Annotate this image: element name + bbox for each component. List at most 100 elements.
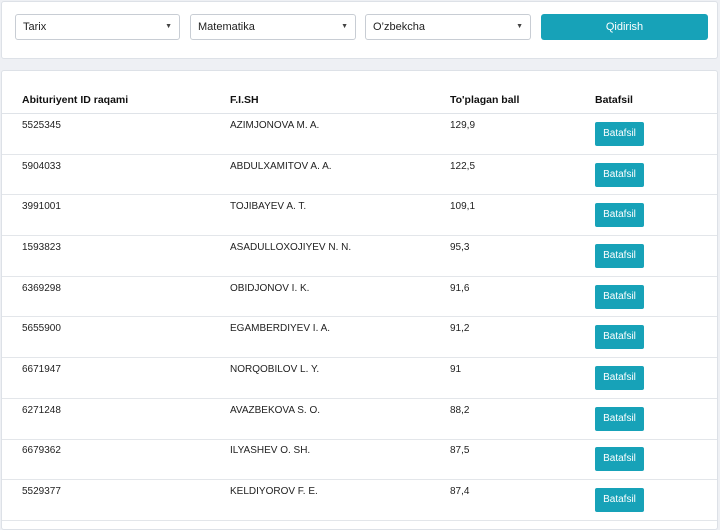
applicant-name: TOJIBAYEV A. T. xyxy=(230,201,307,213)
table-row: 3991001 TOJIBAYEV A. T. 109,1 Batafsil xyxy=(2,194,717,237)
applicant-name: ILYASHEV O. SH. xyxy=(230,445,311,457)
applicant-name-cell: AZIMJONOVA M. A. xyxy=(230,113,450,155)
applicant-name: ASADULLOXOJIYEV N. N. xyxy=(230,241,352,253)
applicant-name-cell: EGAMBERDIYEV I. A. xyxy=(230,316,450,359)
applicant-id: 1593823 xyxy=(22,241,61,253)
chevron-down-icon: ▼ xyxy=(341,23,348,30)
applicant-name: AZIMJONOVA M. A. xyxy=(230,119,320,131)
details-button[interactable]: Batafsil xyxy=(595,243,644,268)
details-button[interactable]: Batafsil xyxy=(595,203,644,228)
applicant-id: 5655900 xyxy=(22,323,61,335)
table-header-row: Abituriyent ID raqami F.I.SH To'plagan b… xyxy=(2,87,717,114)
language-select-value: O’zbekcha xyxy=(373,21,425,33)
table-row: 1593823 ASADULLOXOJIYEV N. N. 95,3 Batafsil xyxy=(2,235,717,277)
applicant-id-cell: 6369298 xyxy=(2,276,230,318)
score-cell: 88,2 xyxy=(450,398,595,440)
table-row: 6671947 NORQOBILOV L. Y. 91 Batafsil xyxy=(2,357,717,399)
details-button[interactable]: Batafsil xyxy=(595,121,644,146)
applicant-id-cell: 5525345 xyxy=(2,113,230,155)
details-button[interactable]: Batafsil xyxy=(595,447,644,472)
score: 88,2 xyxy=(450,404,470,416)
applicant-id-cell: 6271248 xyxy=(2,398,230,440)
subject2-select[interactable]: Matematika ▼ xyxy=(190,14,356,40)
score: 91 xyxy=(450,363,462,375)
applicant-name-cell: ASADULLOXOJIYEV N. N. xyxy=(230,235,450,277)
table-row: 5525345 AZIMJONOVA M. A. 129,9 Batafsil xyxy=(2,113,717,155)
header-score: To'plagan ball xyxy=(450,87,595,114)
applicant-id: 5904033 xyxy=(22,160,61,172)
header-details: Batafsil xyxy=(595,87,717,114)
details-cell: Batafsil xyxy=(595,276,717,318)
applicant-name: OBIDJONOV I. K. xyxy=(230,282,310,294)
header-id: Abituriyent ID raqami xyxy=(2,87,230,114)
score-cell: 109,1 xyxy=(450,194,595,237)
applicant-id: 6671947 xyxy=(22,363,61,375)
score: 95,3 xyxy=(450,241,470,253)
applicant-id: 5525345 xyxy=(22,119,61,131)
applicant-name-cell: TOJIBAYEV A. T. xyxy=(230,194,450,237)
score: 122,5 xyxy=(450,160,476,172)
applicant-id: 6369298 xyxy=(22,282,61,294)
applicant-name: AVAZBEKOVA S. O. xyxy=(230,404,321,416)
details-cell: Batafsil xyxy=(595,316,717,359)
applicant-id: 3991001 xyxy=(22,201,61,213)
language-select[interactable]: O’zbekcha ▼ xyxy=(365,14,531,40)
applicant-name-cell: NORQOBILOV L. Y. xyxy=(230,357,450,399)
applicant-id-cell: 6679362 xyxy=(2,439,230,481)
applicant-name-cell: ABDULXAMITOV A. A. xyxy=(230,154,450,196)
score-cell: 95,3 xyxy=(450,235,595,277)
search-button[interactable]: Qidirish xyxy=(541,14,708,40)
filter-panel: Tarix ▼ Matematika ▼ O’zbekcha ▼ Qidiris… xyxy=(1,1,718,59)
details-button[interactable]: Batafsil xyxy=(595,325,644,350)
details-cell: Batafsil xyxy=(595,357,717,399)
table-row: 5529377 KELDIYOROV F. E. 87,4 Batafsil xyxy=(2,479,717,521)
score: 91,6 xyxy=(450,282,470,294)
table-row: 6271248 AVAZBEKOVA S. O. 88,2 Batafsil xyxy=(2,398,717,440)
applicant-id: 6679362 xyxy=(22,445,61,457)
applicant-name: EGAMBERDIYEV I. A. xyxy=(230,323,331,335)
applicant-id-cell: 5904033 xyxy=(2,154,230,196)
details-cell: Batafsil xyxy=(595,154,717,196)
details-button[interactable]: Batafsil xyxy=(595,284,644,309)
score-cell: 87,5 xyxy=(450,439,595,481)
applicant-name: ABDULXAMITOV A. A. xyxy=(230,160,332,172)
applicant-id-cell: 1593823 xyxy=(2,235,230,277)
details-button[interactable]: Batafsil xyxy=(595,406,644,431)
applicant-name-cell: KELDIYOROV F. E. xyxy=(230,479,450,521)
table-row: 6679362 ILYASHEV O. SH. 87,5 Batafsil xyxy=(2,439,717,481)
applicant-id-cell: 3991001 xyxy=(2,194,230,237)
subject2-select-value: Matematika xyxy=(198,21,255,33)
score-cell: 87,4 xyxy=(450,479,595,521)
header-name: F.I.SH xyxy=(230,87,450,114)
details-cell: Batafsil xyxy=(595,113,717,155)
chevron-down-icon: ▼ xyxy=(165,23,172,30)
table-row: 5655900 EGAMBERDIYEV I. A. 91,2 Batafsil xyxy=(2,316,717,359)
score: 129,9 xyxy=(450,119,476,131)
details-button[interactable]: Batafsil xyxy=(595,162,644,187)
subject1-select[interactable]: Tarix ▼ xyxy=(15,14,180,40)
results-table: Abituriyent ID raqami F.I.SH To'plagan b… xyxy=(2,87,717,521)
details-cell: Batafsil xyxy=(595,398,717,440)
applicant-id: 6271248 xyxy=(22,404,61,416)
table-row: 5904033 ABDULXAMITOV A. A. 122,5 Batafsil xyxy=(2,154,717,196)
applicant-id-cell: 6671947 xyxy=(2,357,230,399)
details-button[interactable]: Batafsil xyxy=(595,365,644,390)
applicant-name: NORQOBILOV L. Y. xyxy=(230,363,320,375)
table-row: 6369298 OBIDJONOV I. K. 91,6 Batafsil xyxy=(2,276,717,318)
subject1-select-value: Tarix xyxy=(23,21,47,33)
score: 109,1 xyxy=(450,201,476,213)
applicant-name-cell: ILYASHEV O. SH. xyxy=(230,439,450,481)
applicant-id: 5529377 xyxy=(22,486,61,498)
score-cell: 122,5 xyxy=(450,154,595,196)
score: 91,2 xyxy=(450,323,470,335)
details-cell: Batafsil xyxy=(595,194,717,237)
results-panel: Abituriyent ID raqami F.I.SH To'plagan b… xyxy=(1,70,718,530)
score-cell: 91,6 xyxy=(450,276,595,318)
details-cell: Batafsil xyxy=(595,479,717,521)
applicant-id-cell: 5529377 xyxy=(2,479,230,521)
details-cell: Batafsil xyxy=(595,439,717,481)
applicant-name-cell: OBIDJONOV I. K. xyxy=(230,276,450,318)
details-button[interactable]: Batafsil xyxy=(595,488,644,513)
applicant-name: KELDIYOROV F. E. xyxy=(230,486,318,498)
score-cell: 129,9 xyxy=(450,113,595,155)
